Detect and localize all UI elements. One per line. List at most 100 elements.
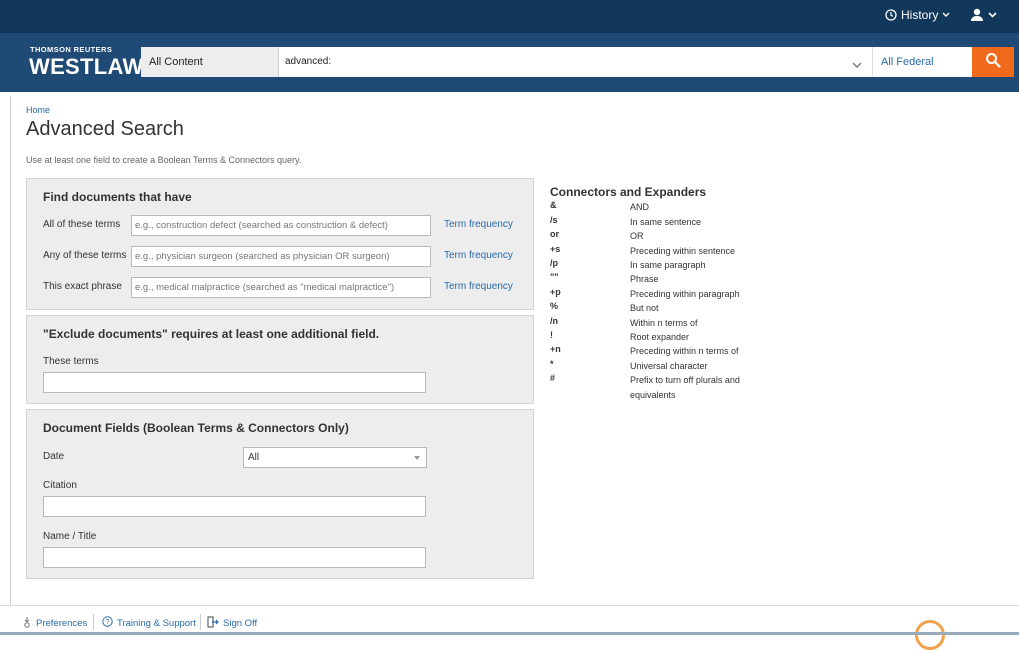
footer-separator — [200, 614, 201, 630]
user-icon — [970, 8, 984, 21]
sign-off-link[interactable]: Sign Off — [207, 616, 257, 631]
connector-description: OR — [630, 231, 644, 241]
brand-westlaw-logo[interactable]: WESTLAW — [29, 54, 144, 80]
connector-description: Preceding within paragraph — [630, 289, 740, 299]
connector-row: "" Phrase — [550, 272, 770, 286]
connector-row: +s Preceding within sentence — [550, 244, 770, 258]
top-utility-bar: History — [0, 0, 1019, 33]
exclude-terms-input[interactable] — [43, 372, 426, 393]
history-label: History — [901, 8, 939, 22]
date-select[interactable]: All — [243, 447, 427, 468]
content-type-select[interactable]: All Content — [141, 47, 278, 77]
any-terms-frequency-link[interactable]: Term frequency — [444, 250, 513, 261]
connector-row: /n Within n terms of — [550, 316, 770, 330]
connector-symbol: +p — [550, 287, 561, 297]
connector-description: Within n terms of — [630, 318, 698, 328]
page-title: Advanced Search — [26, 118, 184, 140]
all-terms-input[interactable] — [131, 215, 431, 236]
history-menu[interactable]: History — [885, 8, 950, 22]
exact-phrase-input[interactable] — [131, 277, 431, 298]
connector-description: AND — [630, 202, 650, 212]
footer-separator — [93, 614, 94, 630]
all-terms-label: All of these terms — [43, 219, 121, 230]
search-input[interactable] — [279, 47, 839, 75]
connector-row: +n Preceding within n terms of — [550, 344, 770, 358]
connector-description: But not — [630, 303, 659, 313]
exact-phrase-frequency-link[interactable]: Term frequency — [444, 281, 513, 292]
sign-off-label: Sign Off — [223, 618, 258, 629]
connector-description: Root expander — [630, 332, 690, 342]
svg-text:?: ? — [106, 619, 110, 626]
connector-symbol: +s — [550, 244, 561, 254]
connector-row: * Universal character — [550, 359, 770, 373]
connector-row: or OR — [550, 229, 770, 243]
exclude-terms-label: These terms — [43, 356, 99, 367]
search-button[interactable] — [972, 47, 1014, 77]
instructions-text: Use at least one field to create a Boole… — [26, 155, 302, 165]
exclude-documents-panel: "Exclude documents" requires at least on… — [26, 315, 534, 404]
chevron-down-icon[interactable] — [852, 56, 862, 74]
search-icon — [985, 52, 1001, 73]
connector-row: # Prefix to turn off plurals and equivale… — [550, 373, 770, 403]
find-documents-panel: Find documents that have All of these te… — [26, 178, 534, 310]
preferences-link[interactable]: Preferences — [22, 616, 87, 631]
chevron-down-icon — [942, 12, 950, 18]
connector-row: /p In same paragraph — [550, 258, 770, 272]
connector-symbol: /s — [550, 215, 558, 225]
document-fields-panel: Document Fields (Boolean Terms & Connect… — [26, 409, 534, 579]
date-select-value: All — [248, 452, 260, 463]
thomson-reuters-logo-icon — [915, 620, 945, 650]
connectors-title: Connectors and Expanders — [550, 185, 707, 199]
connector-row: +p Preceding within paragraph — [550, 287, 770, 301]
connector-symbol: ! — [550, 330, 553, 340]
connector-row: ! Root expander — [550, 330, 770, 344]
document-fields-title: Document Fields (Boolean Terms & Connect… — [43, 421, 349, 435]
help-icon: ? — [102, 616, 113, 630]
jurisdiction-select[interactable]: All Federal — [872, 47, 972, 77]
connector-description: Preceding within n terms of — [630, 346, 739, 356]
connector-symbol: /p — [550, 258, 558, 268]
find-panel-title: Find documents that have — [43, 190, 192, 204]
connector-description: Phrase — [630, 274, 659, 284]
name-title-label: Name / Title — [43, 531, 97, 542]
footer-divider — [0, 605, 1019, 606]
connector-symbol: or — [550, 229, 559, 239]
search-box — [278, 47, 872, 77]
citation-label: Citation — [43, 480, 77, 491]
training-support-link[interactable]: ? Training & Support — [102, 616, 196, 630]
preferences-icon — [22, 616, 32, 631]
exact-phrase-label: This exact phrase — [43, 281, 122, 292]
connector-symbol: % — [550, 301, 559, 311]
brand-thomson-reuters: THOMSON REUTERS — [30, 45, 113, 54]
breadcrumb-home[interactable]: Home — [26, 105, 50, 115]
preferences-label: Preferences — [36, 618, 88, 629]
citation-input[interactable] — [43, 496, 426, 517]
connector-symbol: * — [550, 359, 554, 369]
left-divider — [10, 96, 11, 606]
connector-description: Prefix to turn off plurals and equivalen… — [630, 375, 740, 400]
connector-description: In same paragraph — [630, 260, 706, 270]
exclude-panel-title: "Exclude documents" requires at least on… — [43, 327, 380, 341]
connector-symbol: +n — [550, 344, 561, 354]
chevron-down-icon — [988, 11, 997, 18]
connector-symbol: "" — [550, 272, 559, 282]
search-header: THOMSON REUTERS WESTLAW All Content All … — [0, 33, 1019, 92]
any-terms-label: Any of these terms — [43, 250, 127, 261]
all-terms-frequency-link[interactable]: Term frequency — [444, 219, 513, 230]
connector-symbol: /n — [550, 316, 558, 326]
any-terms-input[interactable] — [131, 246, 431, 267]
connector-description: In same sentence — [630, 217, 702, 227]
connector-row: % But not — [550, 301, 770, 315]
date-label: Date — [43, 451, 65, 462]
connector-description: Universal character — [630, 361, 708, 371]
name-title-input[interactable] — [43, 547, 426, 568]
clock-icon — [885, 9, 897, 21]
connector-row: & AND — [550, 200, 770, 214]
dropdown-arrow-icon — [414, 456, 420, 460]
connector-symbol: & — [550, 200, 557, 210]
user-menu[interactable] — [970, 8, 997, 21]
sign-off-icon — [207, 616, 219, 631]
connector-row: /s In same sentence — [550, 215, 770, 229]
connector-symbol: # — [550, 373, 556, 383]
connector-description: Preceding within sentence — [630, 246, 736, 256]
